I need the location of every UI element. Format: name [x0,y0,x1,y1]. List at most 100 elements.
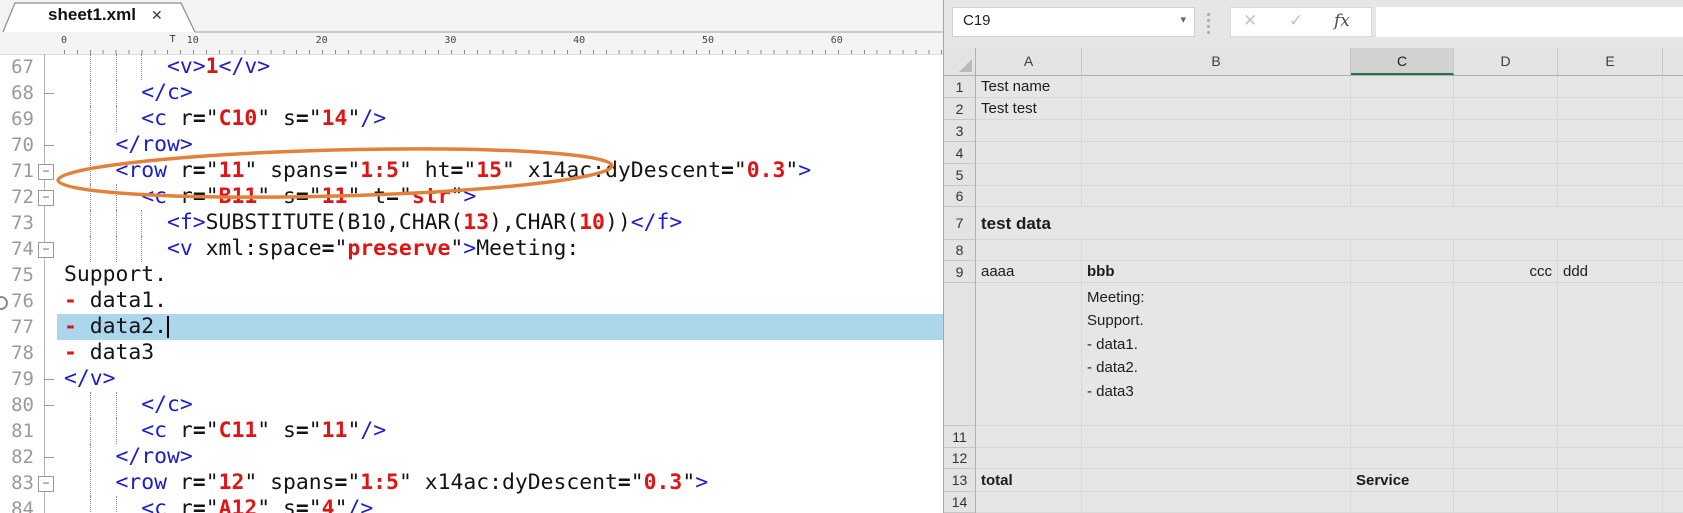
cell[interactable] [1351,448,1454,468]
column-header-B[interactable]: B [1082,48,1351,75]
select-all-corner[interactable] [944,48,976,75]
cell[interactable] [1454,76,1558,97]
grid-row[interactable] [976,164,1683,186]
fold-collapse-icon[interactable]: − [38,242,54,258]
cell[interactable] [1558,142,1663,163]
column-header-E[interactable]: E [1558,48,1663,75]
editor-line-70[interactable]: 70 </row> [0,132,943,158]
grid-row[interactable] [976,186,1683,207]
cell[interactable] [1351,142,1454,163]
cell[interactable] [1663,283,1683,425]
cell[interactable] [1663,142,1683,163]
cell[interactable] [1558,469,1663,491]
row-header-1[interactable]: 1 [944,76,975,98]
cell[interactable] [976,186,1082,206]
grid-row[interactable] [976,207,1683,240]
formula-bar-input[interactable] [1376,7,1683,37]
row-header-11[interactable]: 11 [944,426,975,448]
column-header-D[interactable]: D [1454,48,1558,75]
cell[interactable] [1663,426,1683,447]
tab-close-icon[interactable]: ✕ [151,7,163,24]
cell[interactable] [1558,76,1663,97]
cell[interactable] [1454,492,1558,512]
cell[interactable] [1082,492,1351,512]
name-box-dropdown-icon[interactable]: ▾ [1180,13,1186,26]
cell[interactable] [1558,426,1663,447]
editor-line-77[interactable]: 77- data2. [0,314,943,340]
cell[interactable] [1663,448,1683,468]
cell[interactable] [1082,142,1351,163]
cell[interactable] [1454,142,1558,163]
cell[interactable] [1454,120,1558,141]
grid-row[interactable] [976,448,1683,469]
cell[interactable] [1082,469,1351,491]
editor-line-84[interactable]: 84 <c r="A12" s="4"/> [0,496,943,513]
editor-line-72[interactable]: 72− <c r="B11" s="11" t="str"> [0,184,943,210]
cell[interactable] [1082,448,1351,468]
editor-line-75[interactable]: 75Support. [0,262,943,288]
cell[interactable] [1082,240,1351,260]
cell[interactable] [1351,76,1454,97]
editor-line-73[interactable]: 73 <f>SUBSTITUTE(B10,CHAR(13),CHAR(10))<… [0,210,943,236]
column-header-overflow[interactable] [1663,48,1683,75]
row-header-12[interactable]: 12 [944,448,975,469]
tab-sheet1-xml[interactable]: sheet1.xml [36,5,148,25]
cell[interactable] [1663,98,1683,119]
cell[interactable] [1351,98,1454,119]
name-box[interactable]: C19 ▾ [952,7,1195,37]
cell[interactable] [1558,448,1663,468]
cell[interactable] [976,142,1082,163]
cell[interactable] [1082,426,1351,447]
grid-row[interactable] [976,469,1683,492]
grid-row[interactable] [976,120,1683,142]
editor-line-79[interactable]: 79</v> [0,366,943,392]
cell[interactable] [1663,492,1683,512]
cell[interactable] [1558,492,1663,512]
cell[interactable] [1558,164,1663,185]
cell[interactable] [1082,76,1351,97]
row-header-9[interactable]: 9 [944,261,975,283]
editor-line-81[interactable]: 81 <c r="C11" s="11"/> [0,418,943,444]
editor-line-78[interactable]: 78- data3 [0,340,943,366]
row-header-13[interactable]: 13 [944,469,975,492]
grid-row[interactable] [976,240,1683,261]
row-header-4[interactable]: 4 [944,142,975,164]
fold-collapse-icon[interactable]: − [38,476,54,492]
cell[interactable] [1454,448,1558,468]
insert-function-icon[interactable]: fx [1334,11,1350,31]
editor-line-67[interactable]: 67 <v>1</v> [0,54,943,80]
enter-icon[interactable]: ✓ [1289,11,1303,31]
cell[interactable] [1351,164,1454,185]
grid-row[interactable] [976,426,1683,448]
row-header-5[interactable]: 5 [944,164,975,186]
cell[interactable] [1663,164,1683,185]
cell[interactable] [1351,426,1454,447]
cell[interactable] [1558,186,1663,206]
editor-line-74[interactable]: 74− <v xml:space="preserve">Meeting: [0,236,943,262]
row-header-10[interactable] [944,283,975,426]
cell[interactable] [1663,240,1683,260]
row-header-14[interactable]: 14 [944,492,975,513]
editor-line-71[interactable]: 71− <row r="11" spans="1:5" ht="15" x14a… [0,158,943,184]
cell[interactable] [1663,186,1683,206]
grid-row[interactable] [976,142,1683,164]
editor-line-83[interactable]: 83− <row r="12" spans="1:5" x14ac:dyDesc… [0,470,943,496]
cell[interactable] [1454,98,1558,119]
cell[interactable] [1558,120,1663,141]
cell[interactable] [1454,469,1558,491]
grid-row[interactable] [976,98,1683,120]
editor-line-82[interactable]: 82 </row> [0,444,943,470]
cell[interactable] [976,120,1082,141]
fold-collapse-icon[interactable]: − [38,164,54,180]
row-header-6[interactable]: 6 [944,186,975,207]
cell[interactable] [1558,283,1663,425]
cell[interactable] [976,164,1082,185]
cell[interactable] [976,448,1082,468]
row-header-2[interactable]: 2 [944,98,975,120]
cell[interactable] [1454,164,1558,185]
cell[interactable] [1351,283,1454,425]
cell[interactable] [1454,283,1558,425]
cell[interactable] [1663,469,1683,491]
cell[interactable] [1454,426,1558,447]
row-header-8[interactable]: 8 [944,240,975,261]
